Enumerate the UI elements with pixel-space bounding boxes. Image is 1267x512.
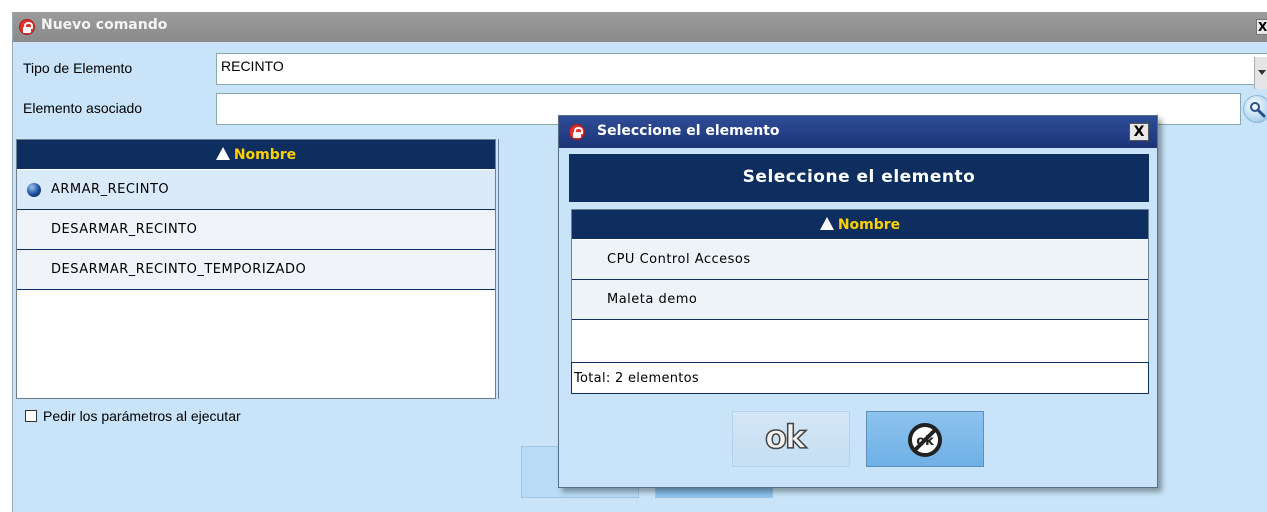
pedir-parametros-checkbox[interactable] <box>25 410 37 422</box>
tipo-row: Tipo de Elemento RECINTO <box>13 50 1267 90</box>
main-window-title: Nuevo comando <box>41 17 168 33</box>
ok-label: ok <box>764 417 807 457</box>
list-header[interactable]: Nombre <box>17 140 495 170</box>
main-title-bar[interactable]: Nuevo comando X <box>13 12 1267 42</box>
sort-ascending-icon <box>215 147 230 160</box>
cancel-button[interactable]: ok <box>866 411 984 467</box>
total-count: Total: 2 elementos <box>571 362 1149 394</box>
list-item-label: DESARMAR_RECINTO <box>51 222 198 237</box>
search-icon <box>1250 102 1266 118</box>
list-item-label: ARMAR_RECINTO <box>51 182 170 197</box>
pedir-parametros-option[interactable]: Pedir los parámetros al ejecutar <box>25 408 241 424</box>
tipo-value: RECINTO <box>221 58 284 74</box>
select-element-dialog: Seleccione el elemento X Seleccione el e… <box>558 115 1158 488</box>
cancel-icon: ok <box>908 423 942 457</box>
list-item[interactable]: ARMAR_RECINTO <box>17 170 495 210</box>
main-close-button[interactable]: X <box>1256 19 1267 35</box>
list-item[interactable]: CPU Control Accesos <box>572 240 1148 280</box>
ok-button[interactable]: ok <box>732 411 850 467</box>
list-item[interactable]: DESARMAR_RECINTO <box>17 210 495 250</box>
pedir-parametros-label: Pedir los parámetros al ejecutar <box>43 408 241 424</box>
elemento-label: Elemento asociado <box>23 100 143 116</box>
lock-icon <box>569 124 585 140</box>
list-header-label: Nombre <box>837 217 901 233</box>
search-button[interactable] <box>1243 95 1267 123</box>
list-header-label: Nombre <box>233 147 297 163</box>
selected-bullet-icon <box>27 183 41 197</box>
dialog-close-button[interactable]: X <box>1129 123 1149 141</box>
list-item-label: DESARMAR_RECINTO_TEMPORIZADO <box>51 262 307 277</box>
lock-icon <box>19 19 35 35</box>
tipo-select[interactable]: RECINTO <box>216 53 1267 89</box>
list-item[interactable]: DESARMAR_RECINTO_TEMPORIZADO <box>17 250 495 290</box>
tipo-label: Tipo de Elemento <box>23 60 133 76</box>
dialog-title-bar[interactable]: Seleccione el elemento X <box>559 116 1157 148</box>
list-item-label: CPU Control Accesos <box>607 252 751 267</box>
list-item-label: Maleta demo <box>607 292 698 307</box>
chevron-down-icon[interactable] <box>1254 57 1267 89</box>
dialog-title: Seleccione el elemento <box>597 123 780 139</box>
sort-ascending-icon <box>819 217 834 230</box>
command-list: Nombre ARMAR_RECINTO DESARMAR_RECINTO DE… <box>16 139 496 399</box>
dialog-heading: Seleccione el elemento <box>569 154 1149 202</box>
list-item[interactable]: Maleta demo <box>572 280 1148 320</box>
list-header[interactable]: Nombre <box>572 210 1148 240</box>
